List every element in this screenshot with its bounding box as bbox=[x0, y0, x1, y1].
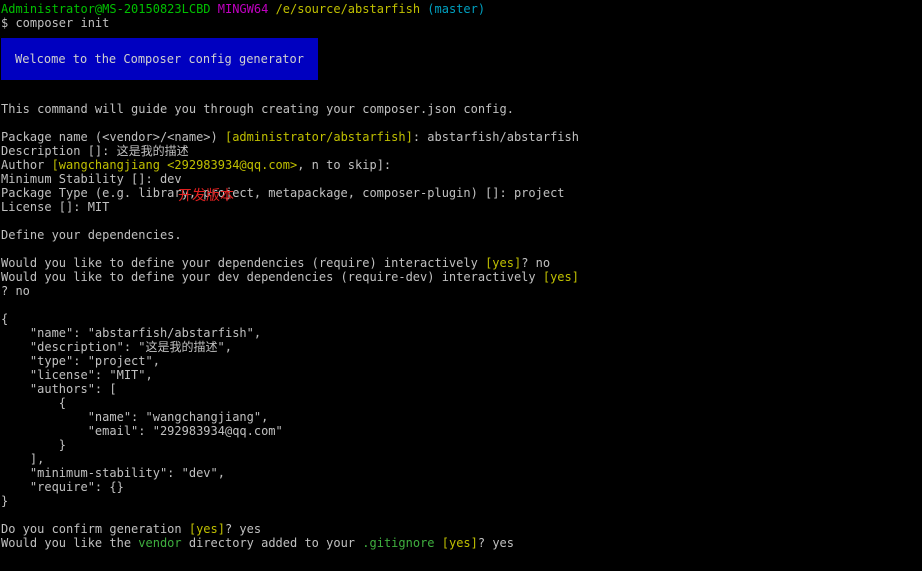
confirm-question-text: Do you confirm generation bbox=[1, 522, 189, 536]
json-line: "email": "292983934@qq.com" bbox=[1, 424, 283, 438]
deps-question: Would you like to define your dependenci… bbox=[1, 256, 922, 270]
json-line: } bbox=[1, 438, 67, 452]
banner-container: Welcome to the Composer config generator bbox=[1, 38, 922, 80]
gitignore-question-text: Would you like the bbox=[1, 536, 139, 550]
confirm-question-answer: ? yes bbox=[224, 522, 262, 536]
prompt-branch: (master) bbox=[427, 2, 486, 16]
deps-question-text: Would you like to define your dependenci… bbox=[1, 256, 486, 270]
package-name-prompt: Package name (<vendor>/<name>) bbox=[1, 130, 225, 144]
json-line: "description": "这是我的描述", bbox=[1, 340, 232, 354]
dev-deps-answer: ? no bbox=[1, 284, 30, 298]
gitignore-keyword: .gitignore bbox=[362, 536, 435, 550]
package-name-line: Package name (<vendor>/<name>) [administ… bbox=[1, 130, 922, 144]
dev-deps-question-text: Would you like to define your dev depend… bbox=[1, 270, 543, 284]
terminal-window[interactable]: Administrator@MS-20150823LCBD MINGW64 /e… bbox=[0, 0, 922, 571]
author-suffix: , n to skip]: bbox=[297, 158, 392, 172]
author-line: Author [wangchangjiang <292983934@qq.com… bbox=[1, 158, 922, 172]
json-line: { bbox=[1, 312, 9, 326]
shell-prompt: Administrator@MS-20150823LCBD MINGW64 /e… bbox=[1, 2, 922, 16]
prompt-shell: MINGW64 bbox=[217, 2, 269, 16]
package-name-answer: : abstarfish/abstarfish bbox=[412, 130, 579, 144]
json-line: "require": {} bbox=[1, 480, 124, 494]
gitignore-question: Would you like the vendor directory adde… bbox=[1, 536, 922, 550]
author-default: [wangchangjiang <292983934@qq.com> bbox=[51, 158, 298, 172]
gitignore-question-middle: directory added to your bbox=[181, 536, 363, 550]
author-prompt: Author bbox=[1, 158, 52, 172]
dev-version-annotation: 开发版本 bbox=[178, 188, 234, 204]
composer-json-preview: { "name": "abstarfish/abstarfish", "desc… bbox=[1, 312, 922, 508]
json-line: "minimum-stability": "dev", bbox=[1, 466, 225, 480]
json-line: "type": "project", bbox=[1, 354, 160, 368]
prompt-path: /e/source/abstarfish bbox=[275, 2, 421, 16]
command-line: $ composer init bbox=[1, 16, 110, 30]
json-line: "name": "wangchangjiang", bbox=[1, 410, 269, 424]
gitignore-spacer bbox=[435, 536, 442, 550]
min-stability-line: Minimum Stability []: dev bbox=[1, 172, 182, 186]
vendor-keyword: vendor bbox=[138, 536, 182, 550]
prompt-user-host: Administrator@MS-20150823LCBD bbox=[1, 2, 211, 16]
dev-deps-question-default: [yes] bbox=[542, 270, 579, 284]
gitignore-question-answer: ? yes bbox=[477, 536, 514, 550]
json-line: { bbox=[1, 396, 67, 410]
dev-deps-question: Would you like to define your dev depend… bbox=[1, 270, 922, 284]
deps-question-answer: ? no bbox=[521, 256, 551, 270]
define-deps-text: Define your dependencies. bbox=[1, 228, 182, 242]
json-line: "name": "abstarfish/abstarfish", bbox=[1, 326, 262, 340]
description-line: Description []: 这是我的描述 bbox=[1, 144, 189, 158]
package-type-line: Package Type (e.g. library, project, met… bbox=[1, 186, 565, 200]
deps-question-default: [yes] bbox=[485, 256, 522, 270]
json-line: } bbox=[1, 494, 9, 508]
welcome-banner: Welcome to the Composer config generator bbox=[1, 38, 318, 80]
json-line: "license": "MIT", bbox=[1, 368, 153, 382]
json-line: ], bbox=[1, 452, 45, 466]
intro-text: This command will guide you through crea… bbox=[1, 102, 514, 116]
license-line: License []: MIT bbox=[1, 200, 110, 214]
package-name-default: [administrator/abstarfish] bbox=[224, 130, 413, 144]
confirm-question-default: [yes] bbox=[188, 522, 225, 536]
json-line: "authors": [ bbox=[1, 382, 117, 396]
gitignore-question-default: [yes] bbox=[441, 536, 478, 550]
confirm-question: Do you confirm generation [yes]? yes bbox=[1, 522, 922, 536]
